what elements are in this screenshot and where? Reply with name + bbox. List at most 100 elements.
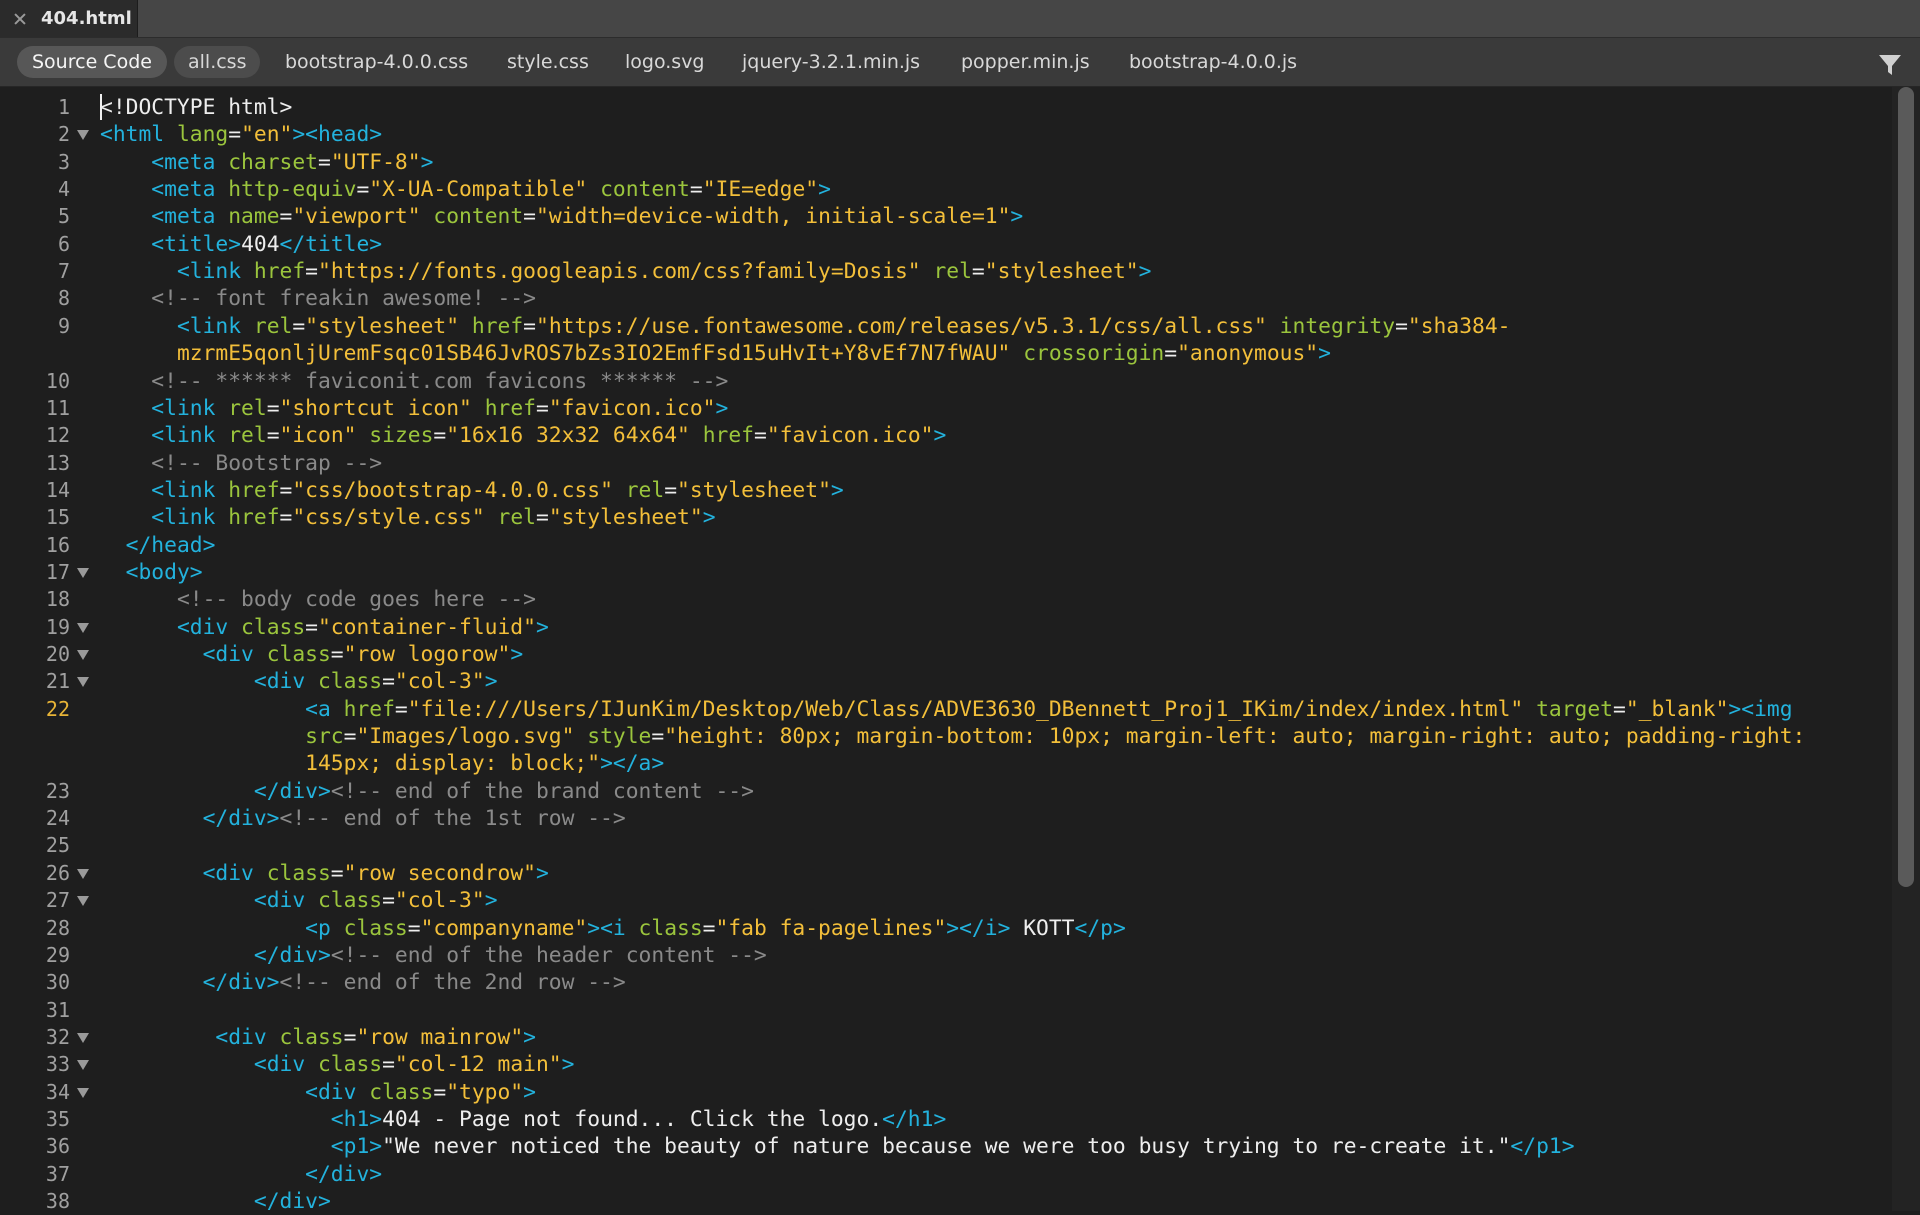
- related-file-jquery-js[interactable]: jquery-3.2.1.min.js: [742, 46, 920, 78]
- code-line[interactable]: <meta name="viewport" content="width=dev…: [100, 203, 1023, 230]
- fold-arrow-icon[interactable]: [77, 650, 89, 660]
- fold-arrow-icon[interactable]: [77, 567, 89, 578]
- code-line[interactable]: </div><!-- end of the header content -->: [100, 942, 767, 969]
- document-tab-404[interactable]: 404.html: [0, 0, 138, 37]
- code-line[interactable]: <html lang="en"><head>: [100, 121, 382, 148]
- code-line[interactable]: </div><!-- end of the 1st row -->: [100, 805, 626, 832]
- code-line[interactable]: <link href="css/bootstrap-4.0.0.css" rel…: [100, 477, 843, 504]
- code-line[interactable]: </div><!-- end of the brand content -->: [100, 778, 754, 805]
- code-line[interactable]: <div class="row logorow">: [100, 641, 524, 668]
- code-token: <!-- end of the 1st row -->: [279, 806, 626, 832]
- code-token: <div: [305, 1079, 370, 1105]
- related-file-all-css[interactable]: all.css: [174, 46, 261, 78]
- code-token: <!-- Bootstrap -->: [151, 450, 383, 476]
- code-line[interactable]: <!-- body code goes here -->: [100, 586, 536, 613]
- code-line[interactable]: <meta charset="UTF-8">: [100, 149, 433, 176]
- code-line[interactable]: <link rel="icon" sizes="16x16 32x32 64x6…: [100, 422, 946, 449]
- code-token: "stylesheet": [984, 259, 1139, 285]
- code-token: <!-- ****** faviconit.com favicons *****…: [151, 368, 729, 394]
- code-line[interactable]: <div class="container-fluid">: [100, 614, 549, 641]
- fold-arrow-icon[interactable]: [77, 130, 89, 141]
- close-icon[interactable]: [13, 12, 27, 26]
- code-line[interactable]: <link rel="shortcut icon" href="favicon.…: [100, 395, 728, 422]
- related-file-bootstrap-css[interactable]: bootstrap-4.0.0.css: [285, 46, 468, 78]
- filter-icon[interactable]: [1878, 53, 1902, 77]
- code-line[interactable]: <div class="col-3">: [100, 887, 498, 914]
- code-token: integrity: [1279, 313, 1396, 339]
- code-token: <div: [253, 888, 318, 914]
- code-line[interactable]: </head>: [100, 532, 216, 559]
- code-token: sizes: [369, 423, 434, 449]
- code-token: =: [330, 860, 344, 886]
- code-token: "stylesheet": [677, 477, 831, 503]
- code-line[interactable]: <div class="typo">: [100, 1079, 536, 1106]
- code-token: "16x16 32x32 64x64": [446, 423, 690, 449]
- fold-arrow-icon[interactable]: [77, 1060, 89, 1071]
- line-number: 33: [45, 1052, 70, 1077]
- code-line[interactable]: <p class="companyname"><i class="fab fa-…: [100, 915, 1126, 942]
- fold-arrow-icon[interactable]: [77, 1087, 89, 1098]
- code-editor[interactable]: 1 2 3 4 5 6 7 8 9 10 11 12 13 14 15 16 17 18 19 20 21 22 23 24 2…: [0, 87, 1920, 1214]
- code-line[interactable]: mzrmE5qonljUremFsqc01SB46JvROS7bZs3IO2Em…: [100, 340, 1331, 367]
- code-line[interactable]: <link rel="stylesheet" href="https://use…: [100, 313, 1511, 340]
- code-line[interactable]: <link href="https://fonts.googleapis.com…: [100, 258, 1152, 285]
- code-token: >: [818, 177, 831, 203]
- line-number: 24: [45, 806, 70, 831]
- code-token: "sha384-: [1407, 313, 1511, 339]
- code-line[interactable]: <!-- ****** faviconit.com favicons *****…: [100, 368, 728, 395]
- code-line[interactable]: <link href="css/style.css" rel="styleshe…: [100, 504, 715, 531]
- code-line[interactable]: <body>: [100, 559, 203, 586]
- code-line[interactable]: <meta http-equiv="X-UA-Compatible" conte…: [100, 176, 831, 203]
- code-line[interactable]: <title>404</title>: [100, 231, 382, 258]
- code-token: "favicon.ico": [766, 423, 934, 449]
- code-line[interactable]: <div class="row mainrow">: [100, 1024, 536, 1051]
- code-line[interactable]: <!-- Bootstrap -->: [100, 450, 382, 477]
- code-token: class: [317, 1052, 383, 1078]
- code-token: =: [407, 915, 421, 941]
- fold-arrow-icon[interactable]: [77, 868, 89, 879]
- code-line[interactable]: <div class="col-3">: [100, 668, 498, 695]
- code-token: ><head>: [292, 122, 383, 148]
- code-line[interactable]: <div class="row secondrow">: [100, 860, 549, 887]
- code-line[interactable]: <!DOCTYPE html>: [100, 94, 292, 121]
- code-line[interactable]: <p1>"We never noticed the beauty of natu…: [100, 1133, 1575, 1160]
- fold-arrow-icon[interactable]: [77, 677, 89, 688]
- code-token: =: [266, 423, 280, 449]
- related-file-source-code[interactable]: Source Code: [17, 46, 167, 78]
- code-line[interactable]: 145px; display: block;"></a>: [100, 750, 664, 777]
- related-file-bootstrap-js[interactable]: bootstrap-4.0.0.js: [1129, 46, 1297, 78]
- code-token: content: [433, 204, 524, 230]
- code-line[interactable]: <a href="file:///Users/IJunKim/Desktop/W…: [100, 696, 1792, 723]
- related-files-bar: Source Code all.css bootstrap-4.0.0.css …: [0, 38, 1920, 87]
- fold-arrow-icon[interactable]: [77, 622, 89, 633]
- line-number: 6: [57, 231, 70, 256]
- scrollbar-thumb[interactable]: [1898, 87, 1914, 887]
- code-token: ><i: [587, 915, 639, 941]
- code-line[interactable]: <!-- font freakin awesome! -->: [100, 285, 536, 312]
- code-line[interactable]: <h1>404 - Page not found... Click the lo…: [100, 1106, 946, 1133]
- line-number: 1: [57, 95, 70, 119]
- code-token: "width=device-width, initial-scale=1": [536, 204, 1011, 230]
- code-token: =: [394, 696, 408, 722]
- line-number: 29: [45, 942, 70, 967]
- related-file-logo-svg[interactable]: logo.svg: [625, 46, 705, 78]
- fold-arrow-icon[interactable]: [77, 1032, 89, 1043]
- code-token: <link: [151, 395, 229, 421]
- code-line[interactable]: src="Images/logo.svg" style="height: 80p…: [100, 723, 1805, 750]
- code-line[interactable]: <div class="col-12 main">: [100, 1051, 575, 1078]
- code-token: =: [689, 177, 703, 203]
- related-file-style-css[interactable]: style.css: [507, 46, 589, 78]
- code-token: "companyname": [420, 915, 588, 941]
- code-area[interactable]: <!DOCTYPE html> <html lang="en"><head> <m…: [100, 87, 1890, 1214]
- code-line[interactable]: </div>: [100, 1161, 382, 1188]
- code-token: "file:///Users/IJunKim/Desktop/Web/Class…: [407, 696, 1524, 722]
- vertical-scrollbar[interactable]: [1892, 87, 1920, 1211]
- code-line[interactable]: </div><!-- end of the 2nd row -->: [100, 969, 626, 996]
- fold-arrow-icon[interactable]: [77, 896, 89, 907]
- related-file-popper-js[interactable]: popper.min.js: [961, 46, 1090, 78]
